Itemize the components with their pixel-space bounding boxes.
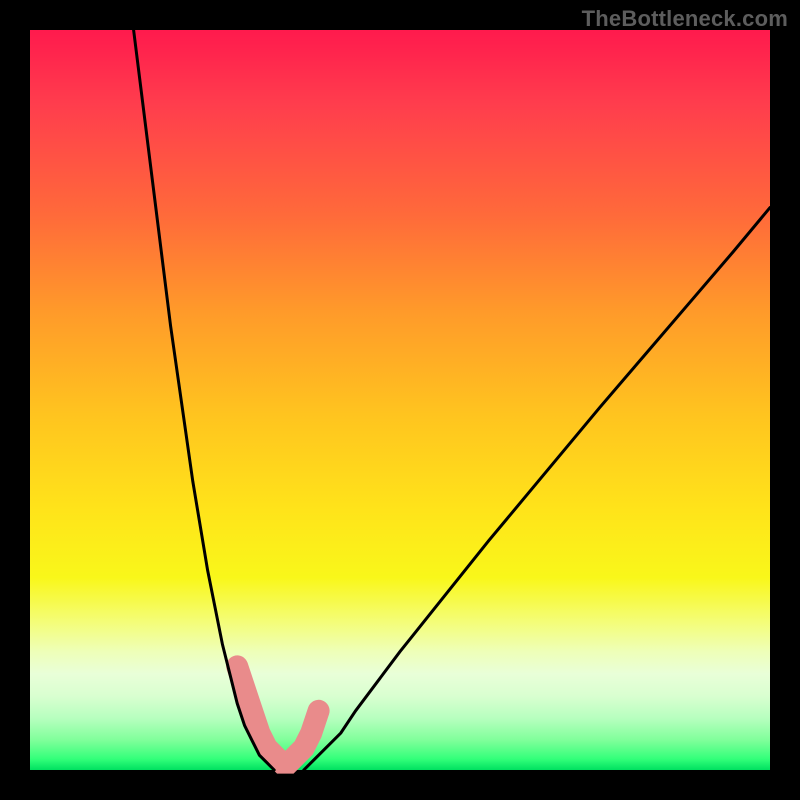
chart-svg: [30, 30, 770, 770]
plot-area: [30, 30, 770, 770]
left-curve: [134, 30, 275, 770]
watermark-text: TheBottleneck.com: [582, 6, 788, 32]
chart-frame: TheBottleneck.com: [0, 0, 800, 800]
marker-band: [237, 666, 318, 762]
right-curve: [304, 208, 770, 770]
